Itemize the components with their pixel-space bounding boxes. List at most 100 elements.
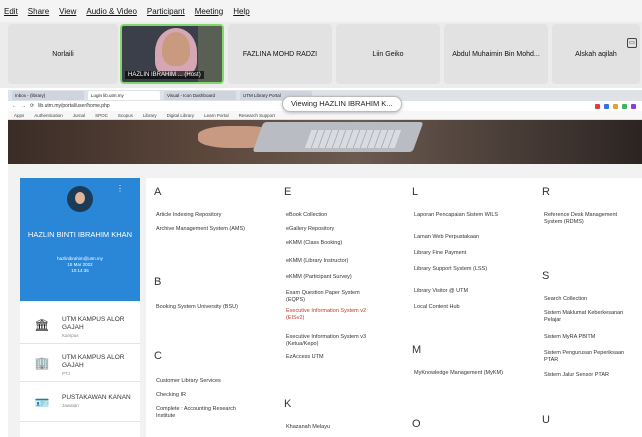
browser-tab[interactable]: Inbox - (library) (12, 91, 84, 100)
section-letter-k: K (284, 398, 292, 410)
directory-link[interactable]: Khazanah Melayu (286, 424, 376, 431)
directory-link[interactable]: Reference Desk Management System (RDMS) (544, 212, 634, 226)
bookmark[interactable]: Authentication (34, 111, 63, 119)
directory-link[interactable]: Executive Information System v3 (Ketua/K… (286, 334, 376, 348)
info-sub: PTJ (62, 371, 71, 376)
menu-help[interactable]: Help (233, 7, 249, 16)
bookmark[interactable]: Jurnal (73, 111, 85, 119)
directory-link[interactable]: eKMM (Class Booking) (286, 240, 376, 247)
directory-link[interactable]: EzAccess UTM (286, 354, 376, 361)
url-field[interactable]: lib.utm.my/portal/user/home.php (38, 103, 109, 109)
directory-link[interactable]: Laman Web Perpustakaan (414, 234, 504, 241)
forward-icon[interactable]: → (21, 103, 26, 109)
directory-link[interactable]: eKMM (Participant Survey) (286, 274, 376, 281)
directory-link[interactable]: Laporan Pencapaian Sistem WILS (414, 212, 504, 219)
directory-link[interactable]: Booking System University (BSU) (156, 304, 246, 311)
menu-view[interactable]: View (59, 7, 76, 16)
reload-icon[interactable]: ⟳ (30, 103, 34, 109)
extension-icon[interactable] (595, 103, 600, 109)
bookmark[interactable]: SPOC (95, 111, 108, 119)
participant-name: HAZLIN IBRAHIM ... (128, 72, 183, 78)
section-letter-o: O (412, 418, 421, 430)
screen-share-banner[interactable]: Viewing HAZLIN IBRAHIM K... (282, 96, 402, 112)
directory-link[interactable]: eGallery Repository (286, 226, 376, 233)
directory-link[interactable]: MyKnowledge Management (MyKM) (414, 370, 504, 377)
directory-link[interactable]: eKMM (Library Instructor) (286, 258, 376, 265)
building-icon: 🏢 (34, 356, 50, 370)
directory-link[interactable]: Sistem Jalur Sensor PTAR (544, 372, 634, 379)
host-badge: (Host) (184, 72, 201, 78)
info-title: UTM KAMPUS ALOR GAJAH (62, 316, 125, 331)
directory-link[interactable]: Sistem Maklumat Keberkesanan Pelajar (544, 310, 634, 324)
menu-edit[interactable]: Edit (4, 7, 18, 16)
directory-link[interactable]: Sistem Pengurusan Peperiksaan PTAR (544, 350, 634, 364)
profile-info-list: 🏛 UTM KAMPUS ALOR GAJAH Kampus 🏢 UTM KAM… (20, 302, 140, 437)
directory-link[interactable]: Library Fine Payment (414, 250, 504, 257)
directory-link[interactable]: Library Visitor @ UTM (414, 288, 504, 295)
extension-icon[interactable] (622, 103, 627, 109)
directory-link[interactable]: Checking IR (156, 392, 246, 399)
directory-link[interactable]: Archive Management System (AMS) (156, 226, 246, 233)
browser-tab[interactable]: Visual - Icon Dashboard (164, 91, 236, 100)
section-letter-m: M (412, 344, 422, 356)
menu-meeting[interactable]: Meeting (195, 7, 223, 16)
menu-participant[interactable]: Participant (147, 7, 185, 16)
directory-link[interactable]: Library Support System (LSS) (414, 266, 504, 273)
kebab-menu-icon[interactable]: ⋮ (116, 184, 124, 193)
section-letter-s: S (542, 270, 550, 282)
section-letter-u: U (542, 414, 550, 426)
profile-name: HAZLIN BINTI IBRAHIM KHAN (27, 230, 133, 239)
info-sub: Kampus (62, 333, 79, 338)
extension-icons (595, 103, 642, 109)
gallery-toggle-icon[interactable]: ▭ (627, 38, 637, 48)
participant-name: Liin Geiko (372, 50, 404, 58)
participant-tile[interactable]: Liin Geiko (336, 24, 440, 84)
directory-link[interactable]: Customer Library Services (156, 378, 246, 385)
section-letter-c: C (154, 350, 162, 362)
section-letter-l: L (412, 186, 419, 198)
directory-link[interactable]: eBook Collection (286, 212, 376, 219)
participant-tile[interactable]: Alskah aqilah ▭ (552, 24, 640, 84)
host-label: HAZLIN IBRAHIM ... (Host) (125, 71, 204, 79)
extension-icon[interactable] (604, 103, 609, 109)
directory-link[interactable]: Exam Question Paper System (EQPS) (286, 290, 376, 304)
directory-link[interactable]: Local Content Hub (414, 304, 504, 311)
participant-tile-active-speaker[interactable]: HAZLIN IBRAHIM ... (Host) (120, 24, 224, 84)
info-title: UTM KAMPUS ALOR GAJAH (62, 354, 125, 369)
bookmark[interactable]: Scopus (118, 111, 133, 119)
info-title: PUSTAKAWAN KANAN (62, 394, 131, 401)
hero-keyboard (304, 130, 402, 148)
id-card-icon: 🪪 (34, 396, 50, 410)
participant-tile[interactable]: Norlaili (8, 24, 118, 84)
extension-icon[interactable] (613, 103, 618, 109)
section-letter-e: E (284, 186, 292, 198)
bookmark[interactable]: Research Support (239, 111, 275, 119)
extension-icon[interactable] (631, 103, 636, 109)
directory-link-highlighted[interactable]: Executive Information System v2 (EISv2) (286, 308, 376, 322)
participant-tile[interactable]: Abdul Muhaimin Bin Mohd... (444, 24, 548, 84)
directory-link[interactable]: Article Indexing Repository (156, 212, 246, 219)
bookmark[interactable]: Library (143, 111, 157, 119)
bookmark[interactable]: Learn Portal (204, 111, 229, 119)
participant-name: Alskah aqilah (575, 50, 617, 58)
bookmark[interactable]: Digital Library (167, 111, 195, 119)
participant-strip: Norlaili HAZLIN IBRAHIM ... (Host) FAZLI… (0, 22, 642, 88)
info-row-campus: 🏛 UTM KAMPUS ALOR GAJAH Kampus (20, 310, 140, 344)
directory-link[interactable]: Complete : Accounting Research Institute (156, 406, 246, 420)
section-letter-a: A (154, 186, 162, 198)
info-sub: Jawatan (62, 403, 79, 408)
avatar-face (75, 192, 85, 204)
menu-audio-video[interactable]: Audio & Video (86, 7, 137, 16)
directory-link[interactable]: Sistem MyRA PBITM (544, 334, 634, 341)
back-icon[interactable]: ← (12, 103, 17, 109)
video-face (162, 32, 190, 66)
bank-icon: 🏛 (34, 318, 50, 332)
directory-link[interactable]: Search Collection (544, 296, 634, 303)
profile-time: 10:14:35 (71, 268, 89, 273)
bookmark[interactable]: Apps (14, 111, 24, 119)
participant-tile[interactable]: FAZLINA MOHD RADZI (228, 24, 332, 84)
menu-share[interactable]: Share (28, 7, 49, 16)
app-menubar: Edit Share View Audio & Video Participan… (0, 0, 642, 22)
system-directory: A Article Indexing Repository Archive Ma… (146, 178, 642, 437)
browser-tab-active[interactable]: Login lib.utm.my (88, 91, 160, 100)
